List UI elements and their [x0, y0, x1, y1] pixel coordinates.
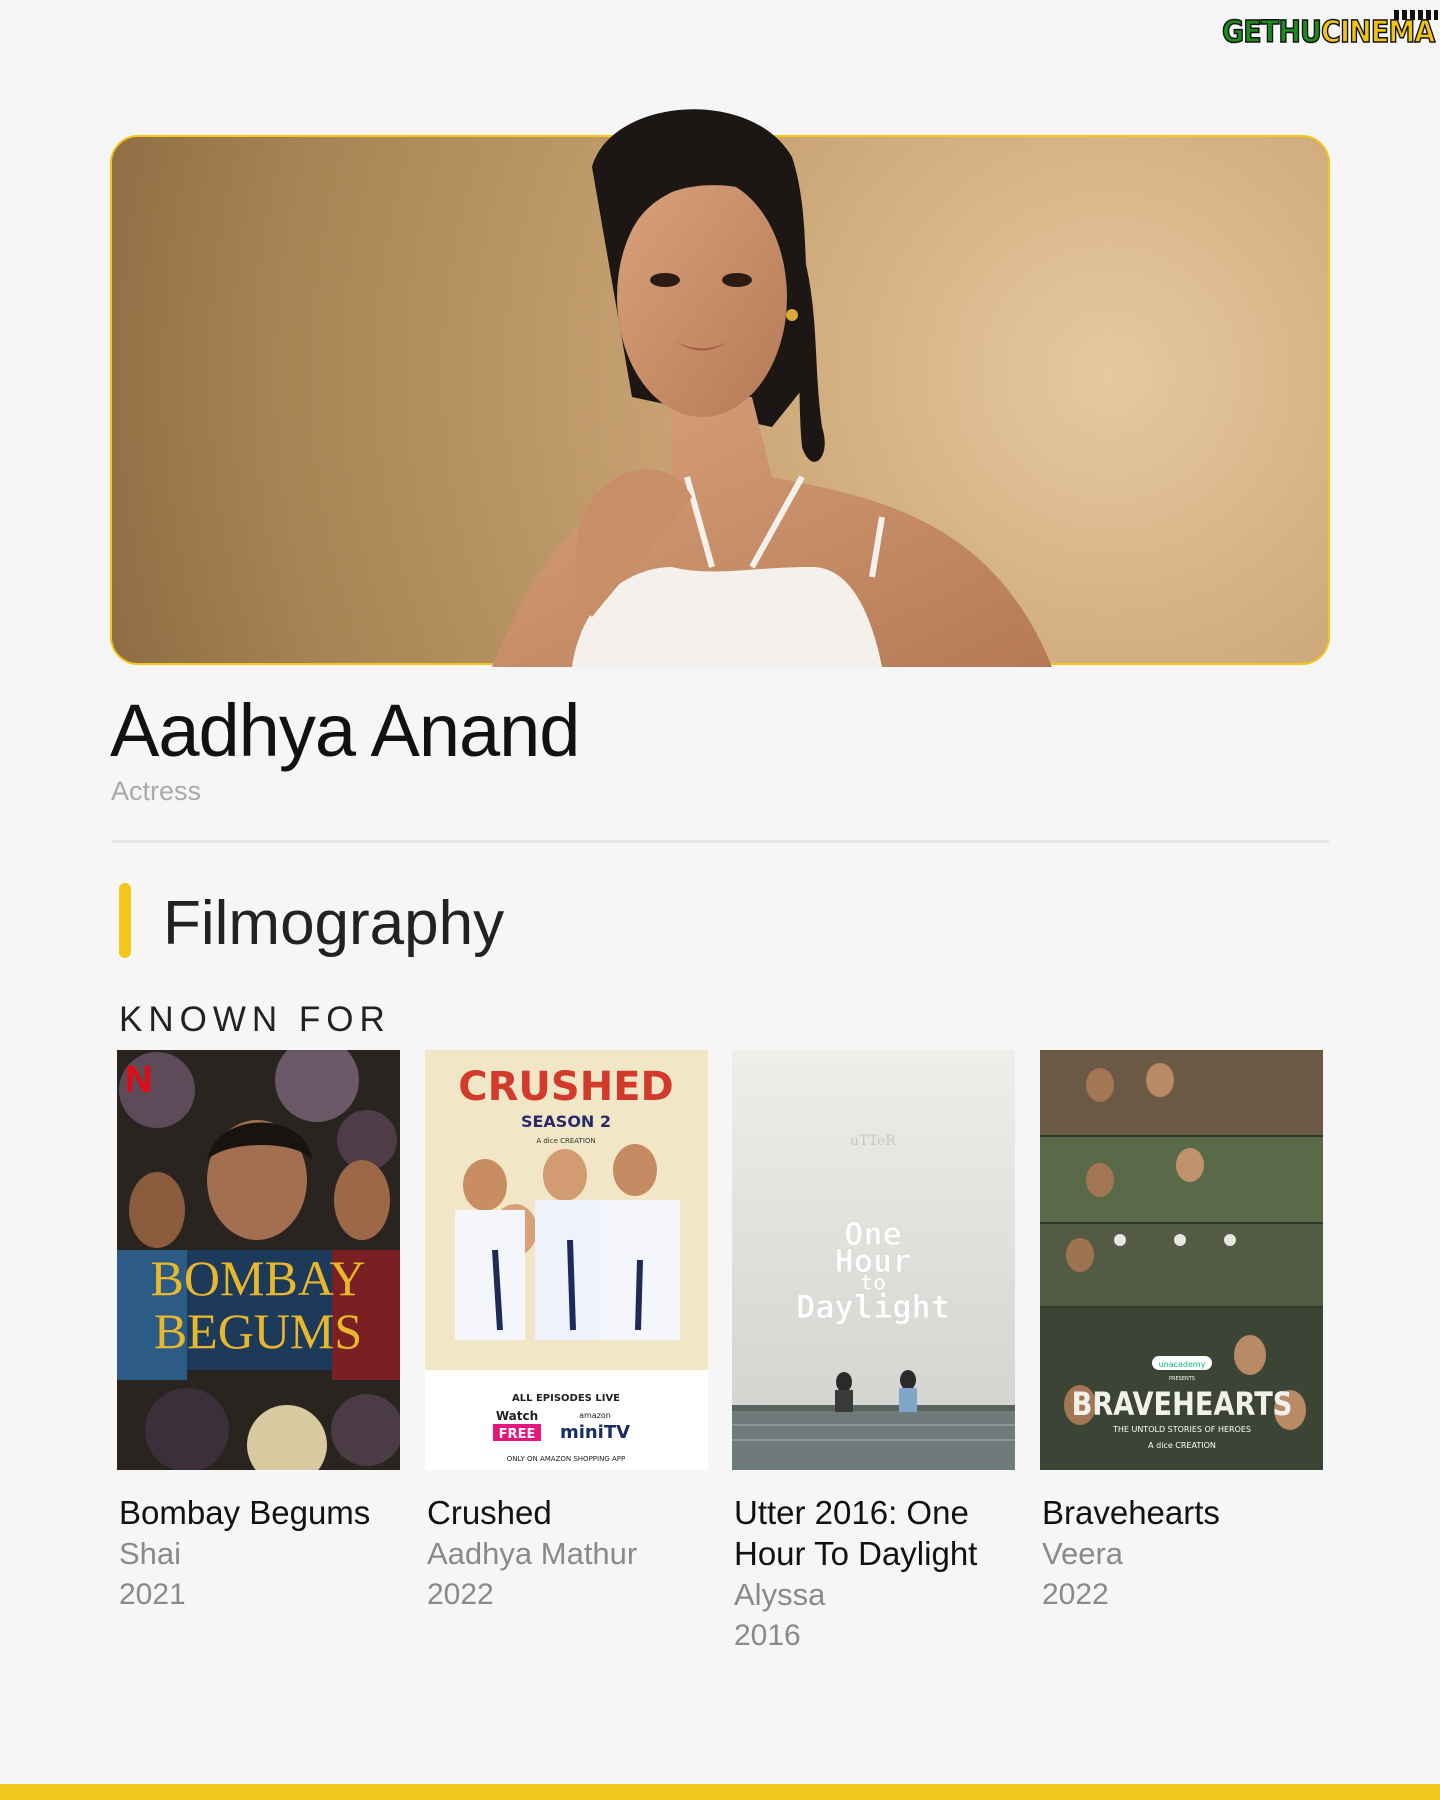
logo-text-part1: GETHU [1221, 15, 1322, 50]
poster-crushed-credit: A dice CREATION [536, 1137, 595, 1145]
section-title-filmography: Filmography [163, 889, 505, 958]
film-role: Shai [119, 1536, 182, 1571]
poster-crushed[interactable]: CRUSHED SEASON 2 A dice CREATION ALL EPI… [425, 1050, 708, 1470]
poster-brave-title: BRAVEHEARTS [1072, 1386, 1293, 1424]
poster-crushed-episodes: ALL EPISODES LIVE [512, 1393, 620, 1404]
netflix-logo-icon: N [125, 1059, 152, 1101]
poster-brave-tagline: THE UNTOLD STORIES OF HEROES [1112, 1425, 1251, 1434]
unacademy-logo-icon: unacademy [1159, 1360, 1206, 1369]
poster-utter[interactable]: uTTeR One Hour to Daylight [732, 1050, 1015, 1470]
poster-crushed-free: FREE [499, 1427, 536, 1442]
poster-utter-line4: Daylight [796, 1288, 950, 1326]
film-card-crushed[interactable]: CRUSHED SEASON 2 A dice CREATION ALL EPI… [425, 1050, 708, 1615]
poster-utter-brand: uTTeR [850, 1133, 896, 1149]
poster-bombay-line1: BOMBAY [151, 1250, 366, 1306]
poster-crushed-title: CRUSHED [458, 1064, 673, 1110]
profile-role: Actress [111, 776, 202, 806]
profile-name: Aadhya Anand [110, 689, 580, 772]
poster-crushed-platform: miniTV [560, 1422, 630, 1443]
film-year: 2021 [119, 1578, 186, 1611]
film-card-bravehearts[interactable]: unacademy PRESENTS BRAVEHEARTS THE UNTOL… [1040, 1050, 1323, 1615]
film-title[interactable]: Crushed [425, 1492, 708, 1533]
poster-crushed-watch: Watch [496, 1409, 538, 1423]
amazon-logo-icon: amazon [579, 1411, 611, 1420]
known-for-label: KNOWN FOR [119, 1000, 391, 1039]
poster-brave-credit: A dice CREATION [1148, 1441, 1216, 1450]
poster-crushed-subtitle: SEASON 2 [521, 1112, 611, 1131]
section-accent-bar [119, 883, 131, 958]
film-role: Alyssa [734, 1577, 826, 1612]
poster-brave-presents: PRESENTS [1169, 1376, 1195, 1382]
portrait-illustration [492, 109, 1052, 667]
logo-text-part2: CINEMA [1320, 15, 1436, 50]
poster-crushed-footer: ONLY ON AMAZON SHOPPING APP [507, 1455, 625, 1463]
poster-bombay-line2: BEGUMS [154, 1303, 362, 1359]
profile-hero-image [110, 109, 1330, 667]
film-card-bombay-begums[interactable]: BOMBAY BEGUMS N Bombay Begums Shai 2021 [117, 1050, 400, 1615]
divider [112, 840, 1329, 843]
film-title[interactable]: Utter 2016: One Hour To Daylight [732, 1492, 1015, 1574]
film-role: Aadhya Mathur [427, 1536, 638, 1571]
film-strip-icon [1394, 10, 1438, 20]
film-role: Veera [1042, 1536, 1124, 1571]
film-year: 2022 [1042, 1578, 1109, 1611]
film-year: 2016 [734, 1619, 801, 1652]
bottom-accent-bar [0, 1784, 1440, 1800]
film-title[interactable]: Bravehearts [1040, 1492, 1323, 1533]
film-card-utter-2016[interactable]: uTTeR One Hour to Daylight Utter 2016: O… [732, 1050, 1015, 1656]
film-year: 2022 [427, 1578, 494, 1611]
film-title[interactable]: Bombay Begums [117, 1492, 400, 1533]
poster-bravehearts[interactable]: unacademy PRESENTS BRAVEHEARTS THE UNTOL… [1040, 1050, 1323, 1470]
gethu-cinema-logo: GETHUCINEMA [1221, 8, 1440, 58]
poster-bombay-begums[interactable]: BOMBAY BEGUMS N [117, 1050, 400, 1470]
